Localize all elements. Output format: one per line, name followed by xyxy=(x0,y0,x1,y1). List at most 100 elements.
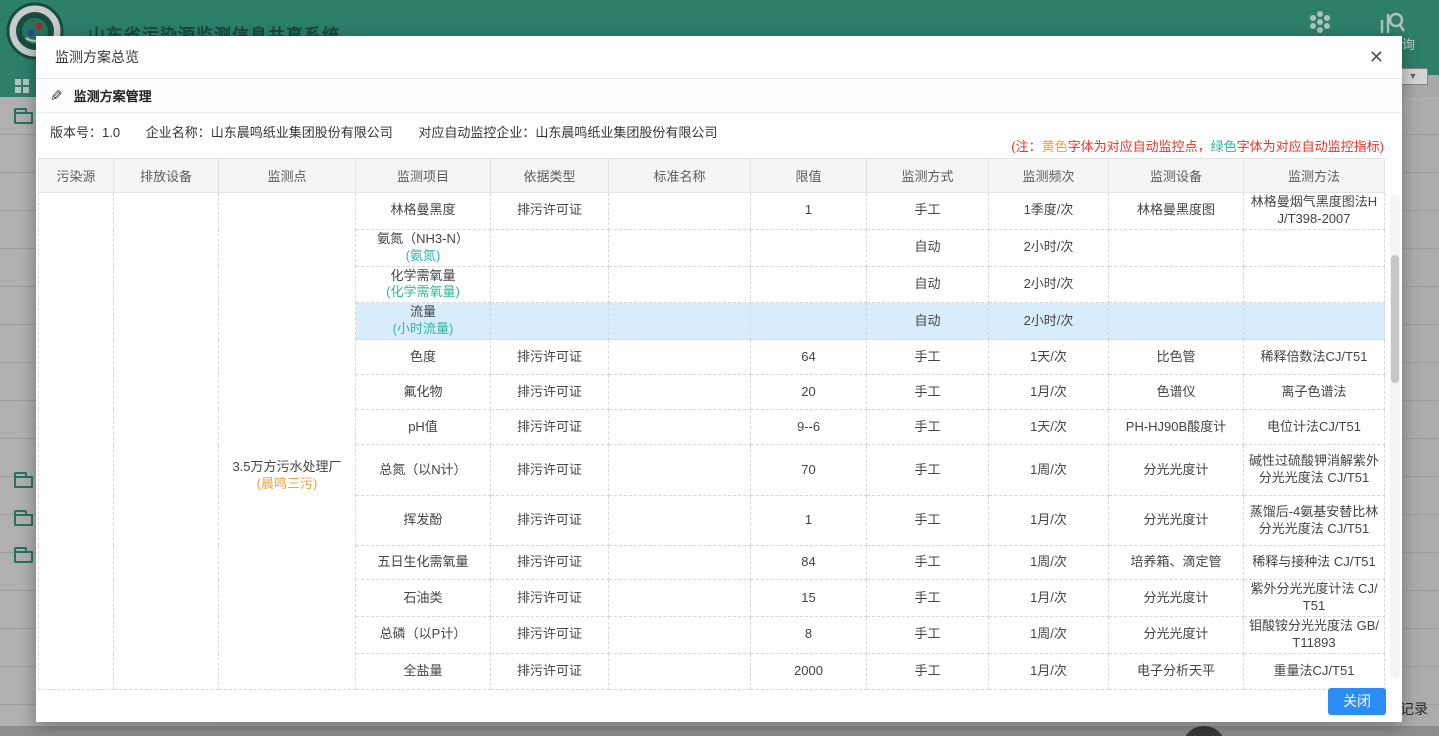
monitor-item-name: 挥发酚 xyxy=(359,512,487,529)
scrollbar-thumb[interactable] xyxy=(1391,255,1399,383)
cell-monitor-mode: 手工 xyxy=(867,193,989,230)
table-scrollbar[interactable] xyxy=(1390,195,1400,678)
monitor-point-alias: (晨鸣三污) xyxy=(222,476,352,493)
legend-note: (注：黄色字体为对应自动监控点，绿色字体为对应自动监控指标) xyxy=(1011,136,1384,155)
table-row[interactable]: 3.5万方污水处理厂(晨鸣三污)林格曼黑度排污许可证1手工1季度/次林格曼黑度图… xyxy=(39,193,1385,230)
monitor-item-name: 石油类 xyxy=(359,590,487,607)
cell-standard-name xyxy=(609,229,751,266)
cell-limit-value xyxy=(751,266,867,303)
modal-footer: 关闭 xyxy=(36,680,1402,722)
monitor-item-name: 五日生化需氧量 xyxy=(359,554,487,571)
cell-monitor-device: 比色管 xyxy=(1109,340,1244,375)
cell-monitor-device: 色谱仪 xyxy=(1109,375,1244,410)
cell-monitor-mode: 手工 xyxy=(867,410,989,445)
column-header: 监测点 xyxy=(219,159,356,193)
auto-company-label: 对应自动监控企业： xyxy=(418,125,535,140)
discharge-device-cell xyxy=(114,193,219,690)
column-header: 污染源 xyxy=(39,159,114,193)
cell-monitor-device: 林格曼黑度图 xyxy=(1109,193,1244,230)
cell-monitor-mode: 手工 xyxy=(867,340,989,375)
cell-monitor-device: 分光光度计 xyxy=(1109,496,1244,546)
cell-standard-name xyxy=(609,445,751,496)
cell-monitor-frequency: 2小时/次 xyxy=(989,303,1109,340)
cell-monitor-item: 总氮（以N计） xyxy=(356,445,491,496)
cell-monitor-method xyxy=(1244,266,1385,303)
column-header: 标准名称 xyxy=(609,159,751,193)
cell-basis-type: 排污许可证 xyxy=(491,580,609,617)
cell-monitor-frequency: 1天/次 xyxy=(989,410,1109,445)
cell-limit-value: 70 xyxy=(751,445,867,496)
cell-monitor-device xyxy=(1109,229,1244,266)
company-field: 企业名称：山东晨鸣纸业集团股份有限公司 xyxy=(146,125,393,140)
monitor-item-name: 氟化物 xyxy=(359,384,487,401)
cell-limit-value: 1 xyxy=(751,193,867,230)
plan-table-body: 3.5万方污水处理厂(晨鸣三污)林格曼黑度排污许可证1手工1季度/次林格曼黑度图… xyxy=(39,193,1385,690)
cell-monitor-item: 五日生化需氧量 xyxy=(356,546,491,580)
column-header: 监测项目 xyxy=(356,159,491,193)
cell-basis-type: 排污许可证 xyxy=(491,496,609,546)
plan-table: 污染源排放设备监测点监测项目依据类型标准名称限值监测方式监测频次监测设备监测方法… xyxy=(38,158,1385,690)
cell-monitor-method: 碱性过硫酸钾消解紫外分光光度法 CJ/T51 xyxy=(1244,445,1385,496)
cell-monitor-frequency: 1天/次 xyxy=(989,340,1109,375)
cell-monitor-method: 稀释倍数法CJ/T51 xyxy=(1244,340,1385,375)
company-label: 企业名称： xyxy=(146,125,211,140)
note-yellow-word: 黄色 xyxy=(1042,139,1068,154)
cell-monitor-mode: 手工 xyxy=(867,445,989,496)
column-header: 排放设备 xyxy=(114,159,219,193)
cell-basis-type: 排污许可证 xyxy=(491,193,609,230)
cell-limit-value: 1 xyxy=(751,496,867,546)
cell-standard-name xyxy=(609,340,751,375)
cell-monitor-frequency: 1周/次 xyxy=(989,616,1109,653)
monitor-item-name: 林格曼黑度 xyxy=(359,202,487,219)
cell-monitor-item: 林格曼黑度 xyxy=(356,193,491,230)
cell-monitor-method xyxy=(1244,229,1385,266)
cell-standard-name xyxy=(609,546,751,580)
cell-basis-type xyxy=(491,303,609,340)
pen-icon: ✎ xyxy=(50,87,63,105)
cell-monitor-item: 色度 xyxy=(356,340,491,375)
monitor-point-name: 3.5万方污水处理厂 xyxy=(222,459,352,476)
monitor-item-name: 氨氮（NH3-N） xyxy=(359,231,487,248)
cell-monitor-frequency: 1月/次 xyxy=(989,580,1109,617)
cell-monitor-item: 氟化物 xyxy=(356,375,491,410)
cell-limit-value: 84 xyxy=(751,546,867,580)
cell-standard-name xyxy=(609,496,751,546)
cell-monitor-item: 化学需氧量(化学需氧量) xyxy=(356,266,491,303)
monitor-item-name: 化学需氧量 xyxy=(359,268,487,285)
cell-monitor-device: 分光光度计 xyxy=(1109,616,1244,653)
monitor-item-name: 色度 xyxy=(359,349,487,366)
cell-monitor-item: 总磷（以P计） xyxy=(356,616,491,653)
cell-basis-type: 排污许可证 xyxy=(491,546,609,580)
cell-standard-name xyxy=(609,375,751,410)
cell-monitor-device xyxy=(1109,266,1244,303)
cell-monitor-mode: 手工 xyxy=(867,546,989,580)
cell-monitor-frequency: 2小时/次 xyxy=(989,229,1109,266)
cell-monitor-method: 钼酸铵分光光度法 GB/T11893 xyxy=(1244,616,1385,653)
cell-basis-type: 排污许可证 xyxy=(491,340,609,375)
monitor-point-cell: 3.5万方污水处理厂(晨鸣三污) xyxy=(219,193,356,690)
monitor-item-auto-indicator: (小时流量) xyxy=(359,321,487,338)
monitor-item-name: pH值 xyxy=(359,419,487,436)
monitor-item-auto-indicator: (化学需氧量) xyxy=(359,284,487,301)
monitor-item-name: 总氮（以N计） xyxy=(359,462,487,479)
cell-monitor-mode: 自动 xyxy=(867,229,989,266)
version-value: 1.0 xyxy=(102,125,120,140)
cell-standard-name xyxy=(609,303,751,340)
cell-monitor-frequency: 1月/次 xyxy=(989,375,1109,410)
cell-limit-value: 20 xyxy=(751,375,867,410)
close-button[interactable]: 关闭 xyxy=(1328,688,1386,715)
cell-monitor-frequency: 2小时/次 xyxy=(989,266,1109,303)
cell-limit-value: 15 xyxy=(751,580,867,617)
close-icon[interactable]: ✕ xyxy=(1369,36,1384,79)
cell-limit-value xyxy=(751,303,867,340)
column-header: 监测设备 xyxy=(1109,159,1244,193)
cell-monitor-method: 蒸馏后-4氨基安替比林 分光光度法 CJ/T51 xyxy=(1244,496,1385,546)
monitor-item-name: 流量 xyxy=(359,304,487,321)
cell-monitor-device xyxy=(1109,303,1244,340)
cell-monitor-mode: 手工 xyxy=(867,580,989,617)
cell-basis-type xyxy=(491,266,609,303)
cell-monitor-frequency: 1季度/次 xyxy=(989,193,1109,230)
cell-monitor-method: 电位计法CJ/T51 xyxy=(1244,410,1385,445)
cell-monitor-mode: 手工 xyxy=(867,496,989,546)
auto-company-field: 对应自动监控企业：山东晨鸣纸业集团股份有限公司 xyxy=(418,125,717,140)
